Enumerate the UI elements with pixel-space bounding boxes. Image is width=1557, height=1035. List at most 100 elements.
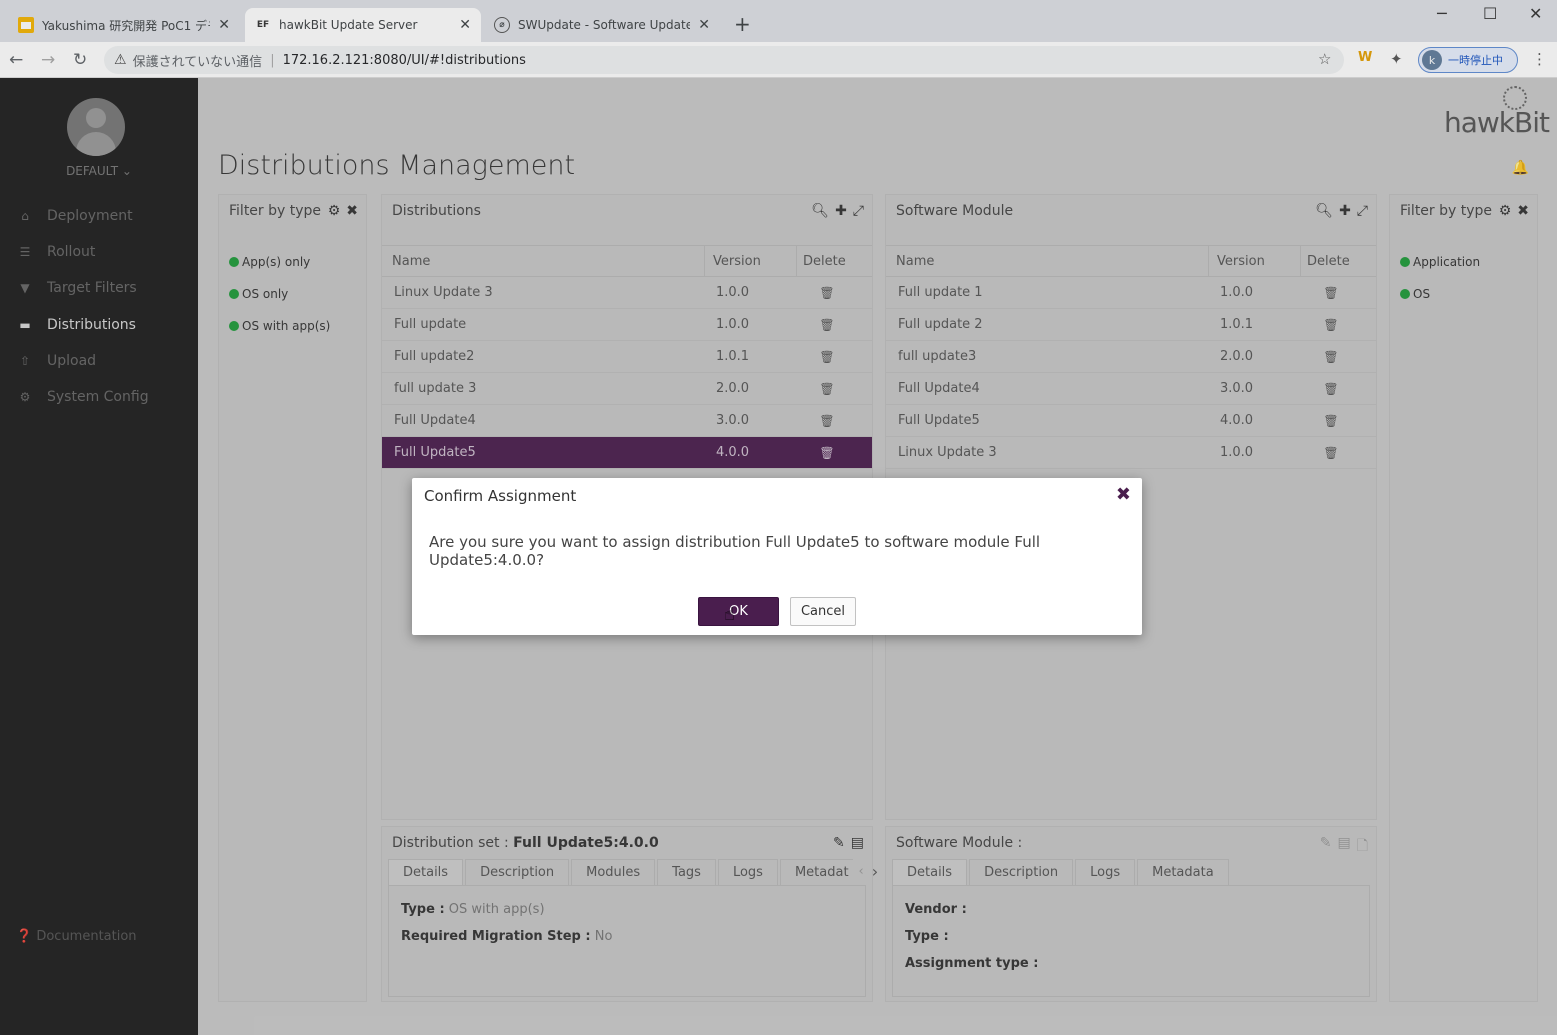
column-header-version[interactable]: Version [1208, 246, 1300, 276]
dialog-title: Confirm Assignment [424, 487, 577, 505]
trash-icon[interactable]: 🗑︎ [819, 382, 834, 396]
table-row[interactable]: full update 3 2.0.0 🗑︎ [382, 373, 872, 405]
maximize-icon[interactable]: ☐ [1483, 4, 1497, 23]
sidebar-item-deployment[interactable]: ⌂ Deployment [0, 201, 198, 231]
table-row[interactable]: Full Update5 4.0.0 🗑︎ [886, 405, 1376, 437]
maximize-icon[interactable]: ⤢ [853, 203, 864, 219]
filter-item-os[interactable]: OS [1400, 287, 1430, 301]
column-header-name[interactable]: Name [886, 254, 1208, 269]
trash-icon[interactable]: 🗑︎ [1323, 382, 1338, 396]
trash-icon[interactable]: 🗑︎ [819, 414, 834, 428]
tab-description[interactable]: Description [465, 859, 570, 885]
row-version: 1.0.0 [716, 317, 750, 332]
close-icon[interactable]: ✕ [459, 17, 471, 33]
tab-metadata[interactable]: Metadata [1137, 859, 1229, 885]
bell-icon[interactable]: 🔔 [1512, 160, 1529, 176]
gear-icon[interactable]: ⚙ [1499, 203, 1512, 219]
add-icon[interactable]: ✚ [1339, 203, 1351, 219]
filter-item-apps-only[interactable]: App(s) only [229, 255, 310, 269]
trash-icon[interactable]: 🗑︎ [1323, 350, 1338, 364]
extensions-puzzle-icon[interactable]: ✦ [1390, 50, 1403, 68]
filter-item-os-only[interactable]: OS only [229, 287, 288, 301]
ok-button[interactable]: OK [698, 597, 779, 626]
confirm-assignment-dialog: Confirm Assignment ✖ Are you sure you wa… [412, 478, 1142, 635]
tab-logs[interactable]: Logs [1075, 859, 1136, 885]
table-row[interactable]: Full Update4 3.0.0 🗑︎ [886, 373, 1376, 405]
new-tab-button[interactable]: + [734, 12, 751, 36]
sidebar-item-upload[interactable]: ⇧ Upload [0, 346, 198, 376]
sidebar-item-system-config[interactable]: ⚙ System Config [0, 382, 198, 412]
browser-menu-icon[interactable]: ⋮ [1532, 50, 1547, 68]
chevron-right-icon[interactable]: › [868, 859, 882, 885]
table-row[interactable]: Full Update4 3.0.0 🗑︎ [382, 405, 872, 437]
chevron-left-icon[interactable]: ‹ [855, 859, 868, 885]
url-field[interactable]: ⚠ 保護されていない通信 | 172.16.2.121:8080/UI/#!di… [104, 46, 1344, 74]
tab-details[interactable]: Details [388, 859, 464, 885]
search-icon[interactable]: 🔍︎ [1315, 203, 1333, 219]
minimize-icon[interactable]: ─ [1437, 4, 1447, 23]
metadata-icon[interactable]: ▤ [1338, 835, 1351, 859]
table-row[interactable]: Linux Update 3 1.0.0 🗑︎ [886, 437, 1376, 469]
close-icon[interactable]: ✖ [1116, 484, 1131, 505]
back-icon[interactable]: ← [9, 50, 23, 70]
trash-icon[interactable]: 🗑︎ [1323, 286, 1338, 300]
reload-icon[interactable]: ↻ [73, 50, 87, 70]
table-row[interactable]: Full update 1 1.0.0 🗑︎ [886, 277, 1376, 309]
tenant-selector[interactable]: DEFAULT ⌄ [0, 164, 198, 178]
tab-modules[interactable]: Modules [571, 859, 656, 885]
column-header-version[interactable]: Version [704, 246, 796, 276]
forward-icon[interactable]: → [41, 50, 55, 70]
sidebar-item-target-filters[interactable]: ▼ Target Filters [0, 273, 198, 303]
tab-metadata[interactable]: Metadat [779, 859, 853, 885]
cancel-button[interactable]: Cancel [790, 597, 856, 626]
edit-icon[interactable]: ✎ [1320, 835, 1332, 859]
edit-icon[interactable]: ✎ [833, 835, 845, 851]
browser-tab-3[interactable]: ⌀ SWUpdate - Software Update for ✕ [484, 8, 720, 42]
trash-icon[interactable]: 🗑︎ [1323, 318, 1338, 332]
trash-icon[interactable]: 🗑︎ [819, 286, 834, 300]
filter-item-application[interactable]: Application [1400, 255, 1480, 269]
add-icon[interactable]: ✚ [835, 203, 847, 219]
close-icon[interactable]: ✖ [346, 203, 358, 219]
tab-details[interactable]: Details [892, 859, 968, 885]
mouse-cursor-icon: ☝ [724, 604, 735, 625]
table-row[interactable]: Full update 2 1.0.1 🗑︎ [886, 309, 1376, 341]
trash-icon[interactable]: 🗑︎ [1323, 446, 1338, 460]
sidebar-item-rollout[interactable]: ☰ Rollout [0, 237, 198, 267]
window-close-icon[interactable]: ✕ [1529, 4, 1542, 23]
table-row-selected[interactable]: Full Update5 4.0.0 🗑︎ [382, 437, 872, 469]
trash-icon[interactable]: 🗑︎ [819, 350, 834, 364]
browser-tab-2[interactable]: EF hawkBit Update Server ✕ [245, 8, 481, 42]
trash-icon[interactable]: 🗑︎ [1323, 414, 1338, 428]
filter-item-os-with-apps[interactable]: OS with app(s) [229, 319, 330, 333]
browser-tab-1[interactable]: Yakushima 研究開発 PoC1 デモ/ ✕ [8, 8, 240, 42]
trash-icon[interactable]: 🗑︎ [819, 318, 834, 332]
table-row[interactable]: Full update 1.0.0 🗑︎ [382, 309, 872, 341]
url-separator: | [270, 52, 275, 68]
bookmark-star-icon[interactable]: ☆ [1318, 50, 1331, 68]
metadata-icon[interactable]: ▤ [851, 835, 864, 851]
close-icon[interactable]: ✕ [218, 17, 230, 33]
table-row[interactable]: Linux Update 3 1.0.0 🗑︎ [382, 277, 872, 309]
column-header-name[interactable]: Name [382, 254, 704, 269]
file-icon[interactable]: 🗋 [1357, 835, 1368, 859]
distribution-details-title: Distribution set : Full Update5:4.0.0 [392, 835, 659, 851]
sidebar-item-distributions[interactable]: ▬ Distributions [0, 310, 198, 340]
close-icon[interactable]: ✖ [1517, 203, 1529, 219]
tab-description[interactable]: Description [969, 859, 1074, 885]
search-icon[interactable]: 🔍︎ [811, 203, 829, 219]
trash-icon[interactable]: 🗑︎ [819, 446, 834, 460]
extension-w-icon[interactable]: W [1358, 50, 1372, 65]
user-avatar[interactable] [67, 98, 125, 156]
profile-button[interactable]: k 一時停止中 [1418, 47, 1518, 73]
table-row[interactable]: full update3 2.0.0 🗑︎ [886, 341, 1376, 373]
tab-tags[interactable]: Tags [657, 859, 716, 885]
table-row[interactable]: Full update2 1.0.1 🗑︎ [382, 341, 872, 373]
row-name: full update3 [898, 349, 977, 364]
maximize-icon[interactable]: ⤢ [1357, 203, 1368, 219]
documentation-link[interactable]: ❓ Documentation [16, 929, 137, 944]
gear-icon[interactable]: ⚙ [328, 203, 341, 219]
close-icon[interactable]: ✕ [698, 17, 710, 33]
tab-logs[interactable]: Logs [717, 859, 778, 885]
migration-value: No [594, 929, 613, 944]
